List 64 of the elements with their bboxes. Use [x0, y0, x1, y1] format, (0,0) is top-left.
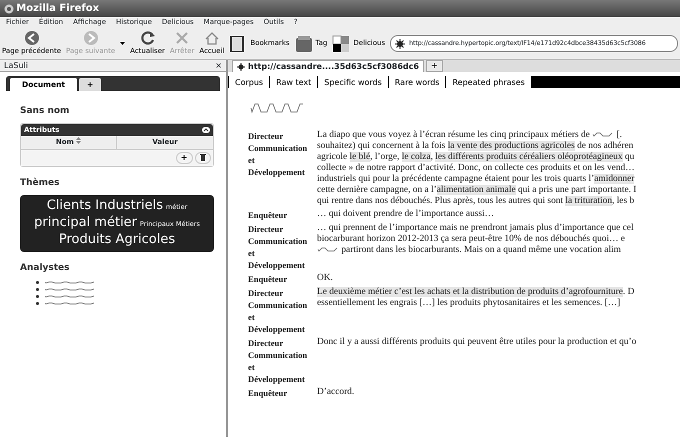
nav-button[interactable]: Specific words	[318, 76, 388, 88]
speech-text: La diapo que vous voyez à l’écran résume les cinq principaux métiers de [. souhaitez) qui concernent à la fois la vente des productions agricoles de nos adhéren agricole le blé, l’orge, le colza, les différents produits céréaliers oléoprotéagineux qu collecte » de notre rapport d’activité. Donc, on collecte ces produits et on les vend… industriels qui pour la précédente campagne étaient pour les trois quarts l’amidonner cette dernière campagne, on a l’alimentation animale qui a pris une part importante. I qui rentre dans nos débouchés. Plus après, tous les autres qui sont la trituration, les b	[317, 130, 636, 207]
tag-icon	[294, 34, 313, 52]
highlighted-phrase: la trituration	[565, 196, 612, 206]
trash-icon	[200, 154, 206, 162]
highlighted-phrase: la vente des productions agricoles	[448, 141, 575, 151]
theme-tag[interactable]: Clients Industriels	[46, 198, 164, 212]
highlighted-phrase: le colza	[402, 152, 431, 162]
theme-tag[interactable]: Produits Agricoles	[58, 232, 176, 246]
sidebar-title: LaSuli	[4, 60, 28, 72]
delete-button[interactable]	[194, 152, 211, 164]
speech-text: D’accord.	[317, 387, 354, 399]
dropdown-button[interactable]	[120, 42, 126, 45]
speaker-name: Enquêteur	[247, 273, 288, 285]
close-button[interactable]: ×	[215, 60, 222, 72]
highlighted-phrase: les différents produits céréaliers oléoprotéagineux	[435, 152, 623, 162]
firefox-icon	[4, 4, 14, 14]
speech-text: Le deuxième métier c’est les achats et la distribution de produits d’agrofourniture. D essentiellement les engrais […] les produits phytosanitaires et les semences. […]	[317, 287, 634, 310]
theme-tag[interactable]: principal métier	[34, 214, 138, 230]
nav-button[interactable]: Rare words	[388, 76, 446, 88]
speech-text: … qui prennent de l’importance mais ne prendront jamais plus d’importance que cel biocarburant horizon 2012-2013 ça sera peut-être 10% de nos débouchés quoi… e partiront dans les biocarburants. Mais on a quand même une vocation alim	[317, 223, 634, 257]
caret-icon	[120, 42, 126, 45]
window-title: Mozilla Firefox	[16, 2, 100, 16]
speaker-name: Directeur Communication et Développement	[247, 337, 308, 385]
highlighted-phrase: Le deuxième métier c’est les achats et la distribution de produits d’agrofourniture	[317, 287, 623, 297]
site-icon	[237, 62, 245, 70]
new-tab-button[interactable]: +	[426, 60, 443, 72]
section-heading: Analystes	[20, 262, 71, 274]
redacted-scribble-drawing	[44, 280, 96, 285]
bullet-icon	[36, 281, 39, 284]
redacted-title-drawing	[250, 102, 304, 114]
redacted-scribble-drawing	[44, 287, 96, 292]
bullet-icon	[36, 302, 39, 305]
highlighted-phrase: amidonner	[594, 174, 634, 184]
highlighted-phrase: alimentation animale	[436, 185, 516, 195]
browser-tab[interactable]: http://cassandre....35d63c5cf3086dc6	[232, 60, 424, 72]
speaker-name: Enquêteur	[247, 387, 288, 399]
redacted-scribble-drawing	[317, 246, 339, 254]
delicious-icon	[332, 34, 350, 52]
nav-button[interactable]: Repeated phrases	[446, 76, 531, 88]
redacted-scribble-drawing	[44, 294, 96, 299]
speech-text: … qui doivent prendre de l’importance aussi…	[317, 209, 494, 221]
bullet-icon	[36, 288, 39, 291]
nav-button[interactable]: Raw text	[270, 76, 318, 88]
bullet-icon	[36, 295, 39, 298]
section-heading: Thèmes	[20, 177, 60, 190]
speaker-name: Directeur Communication et Développement	[247, 223, 308, 271]
redacted-scribble-drawing	[44, 301, 96, 306]
back-icon	[24, 30, 40, 46]
redacted-scribble-drawing	[592, 131, 614, 138]
highlighted-phrase: le blé	[350, 152, 370, 162]
site-icon	[395, 38, 406, 48]
speaker-name: Enquêteur	[247, 209, 288, 221]
document-name: Sans nom	[20, 105, 70, 118]
collapse-icon	[202, 126, 210, 133]
reload-icon	[140, 30, 156, 46]
speaker-name: Directeur Communication et Développement	[247, 130, 308, 179]
speech-text: Donc il y a aussi différents produits qui peuvent être utiles pour la production et qu’o	[317, 337, 636, 349]
add-button[interactable]: +	[176, 152, 192, 164]
stop-icon	[174, 30, 190, 46]
speaker-name: Directeur Communication et Développement	[247, 287, 308, 335]
sort-icon	[76, 137, 82, 144]
speech-text: OK.	[317, 273, 333, 285]
nav-button[interactable]: Corpus	[229, 76, 270, 88]
